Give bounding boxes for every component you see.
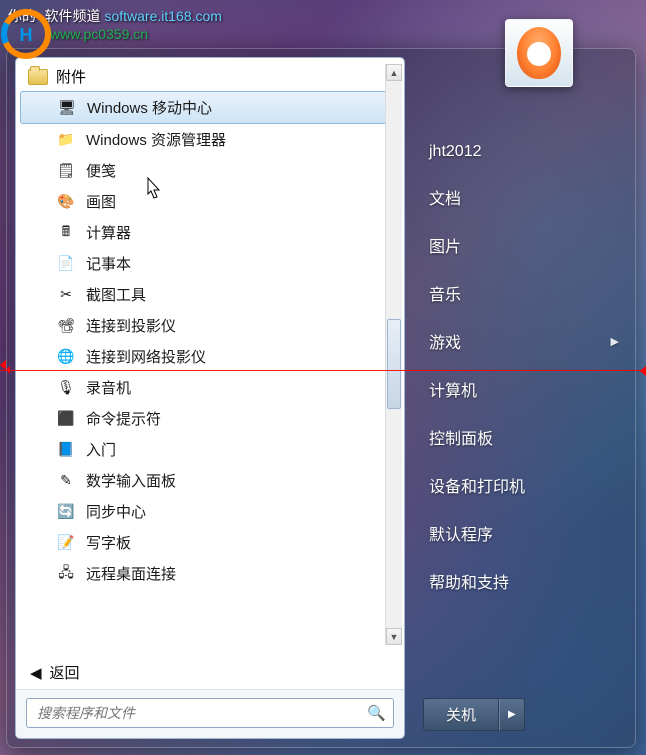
sticky-icon: 🗒 <box>56 161 76 181</box>
right-link[interactable]: 控制面板 <box>423 413 625 461</box>
program-item-label: 远程桌面连接 <box>86 563 176 584</box>
program-item-getstarted[interactable]: 📘 入门 <box>16 434 404 465</box>
right-link-label: 文档 <box>429 185 461 209</box>
annotation-red-arrow-left <box>0 366 10 374</box>
right-link[interactable]: 帮助和支持 <box>423 557 625 605</box>
program-item-label: 写字板 <box>86 532 131 553</box>
expand-arrow-icon: ▶ <box>611 335 619 348</box>
search-input[interactable] <box>26 698 394 728</box>
program-item-label: 画图 <box>86 191 116 212</box>
start-menu-left-panel: 附件 🖥 Windows 移动中心 📁 Windows 资源管理器 🗒 便笺 🎨 画图 🖩 计算器… <box>15 57 405 739</box>
back-arrow-icon: ◀ <box>30 664 42 682</box>
program-item-calc[interactable]: 🖩 计算器 <box>16 217 404 248</box>
notepad-icon: 📄 <box>56 254 76 274</box>
scrollbar[interactable]: ▲ ▼ <box>385 64 402 645</box>
program-list: 附件 🖥 Windows 移动中心 📁 Windows 资源管理器 🗒 便笺 🎨 画图 🖩 计算器… <box>16 58 404 651</box>
wordpad-icon: 📝 <box>56 533 76 553</box>
avatar-image-icon <box>517 27 561 79</box>
program-item-mobility[interactable]: 🖥 Windows 移动中心 <box>20 91 400 124</box>
right-link-label: 游戏 <box>429 329 461 353</box>
snip-icon: ✂ <box>56 285 76 305</box>
program-item-label: 数学输入面板 <box>86 470 176 491</box>
user-avatar[interactable] <box>505 19 573 87</box>
program-item-label: Windows 移动中心 <box>87 97 212 118</box>
program-item-cmd[interactable]: ⬛ 命令提示符 <box>16 403 404 434</box>
program-item-label: Windows 资源管理器 <box>86 129 226 150</box>
right-link-label: 设备和打印机 <box>429 473 525 497</box>
scroll-down-button[interactable]: ▼ <box>386 628 402 645</box>
right-link-label: 默认程序 <box>429 521 493 545</box>
program-item-sticky[interactable]: 🗒 便笺 <box>16 155 404 186</box>
program-item-netprojector[interactable]: 🌐 连接到网络投影仪 <box>16 341 404 372</box>
scroll-up-button[interactable]: ▲ <box>386 64 402 81</box>
program-item-paint[interactable]: 🎨 画图 <box>16 186 404 217</box>
program-item-snip[interactable]: ✂ 截图工具 <box>16 279 404 310</box>
right-link[interactable]: 默认程序 <box>423 509 625 557</box>
program-item-notepad[interactable]: 📄 记事本 <box>16 248 404 279</box>
watermark-url2: www.pc0359.cn <box>50 26 148 42</box>
right-link[interactable]: 设备和打印机 <box>423 461 625 509</box>
right-link[interactable]: 游戏 ▶ <box>423 317 625 365</box>
program-item-label: 同步中心 <box>86 501 146 522</box>
explorer-icon: 📁 <box>56 130 76 150</box>
right-link-label: 帮助和支持 <box>429 569 509 593</box>
mathinput-icon: ✎ <box>56 471 76 491</box>
recorder-icon: 🎙 <box>56 378 76 398</box>
username-label: jht2012 <box>429 143 482 161</box>
program-item-recorder[interactable]: 🎙 录音机 <box>16 372 404 403</box>
program-item-label: 便笺 <box>86 160 116 181</box>
program-item-label: 记事本 <box>86 253 131 274</box>
projector-icon: 📽 <box>56 316 76 336</box>
program-item-label: 入门 <box>86 439 116 460</box>
username-link[interactable]: jht2012 <box>423 131 625 173</box>
program-item-explorer[interactable]: 📁 Windows 资源管理器 <box>16 124 404 155</box>
getstarted-icon: 📘 <box>56 440 76 460</box>
start-menu-right-panel: jht2012 文档图片音乐游戏▶计算机控制面板设备和打印机默认程序帮助和支持 … <box>405 49 635 747</box>
scroll-thumb[interactable] <box>387 319 401 409</box>
back-button[interactable]: ◀ 返回 <box>16 651 404 689</box>
search-icon: 🔍 <box>367 704 386 722</box>
folder-accessories[interactable]: 附件 <box>16 62 404 91</box>
program-item-label: 计算器 <box>86 222 131 243</box>
program-item-label: 连接到网络投影仪 <box>86 346 206 367</box>
cmd-icon: ⬛ <box>56 409 76 429</box>
program-item-label: 连接到投影仪 <box>86 315 176 336</box>
shutdown-options-button[interactable]: ▶ <box>499 698 525 731</box>
annotation-red-line <box>0 370 646 371</box>
paint-icon: 🎨 <box>56 192 76 212</box>
program-item-sync[interactable]: 🔄 同步中心 <box>16 496 404 527</box>
start-menu: 附件 🖥 Windows 移动中心 📁 Windows 资源管理器 🗒 便笺 🎨 画图 🖩 计算器… <box>6 48 636 748</box>
calc-icon: 🖩 <box>56 223 76 243</box>
right-link-label: 音乐 <box>429 281 461 305</box>
right-link[interactable]: 图片 <box>423 221 625 269</box>
right-link-label: 图片 <box>429 233 461 257</box>
site-logo-icon: H <box>0 8 52 60</box>
right-link-label: 控制面板 <box>429 425 493 449</box>
right-link[interactable]: 音乐 <box>423 269 625 317</box>
folder-icon <box>28 69 48 85</box>
program-item-label: 命令提示符 <box>86 408 161 429</box>
shutdown-button[interactable]: 关机 <box>423 698 499 731</box>
svg-text:H: H <box>20 25 33 45</box>
mobility-icon: 🖥 <box>57 98 77 118</box>
right-link[interactable]: 文档 <box>423 173 625 221</box>
program-item-mathinput[interactable]: ✎ 数学输入面板 <box>16 465 404 496</box>
annotation-red-arrow-right <box>636 366 646 374</box>
program-item-label: 截图工具 <box>86 284 146 305</box>
program-item-projector[interactable]: 📽 连接到投影仪 <box>16 310 404 341</box>
sync-icon: 🔄 <box>56 502 76 522</box>
rdp-icon: 🖧 <box>56 564 76 584</box>
netprojector-icon: 🌐 <box>56 347 76 367</box>
folder-label: 附件 <box>56 66 86 87</box>
program-item-rdp[interactable]: 🖧 远程桌面连接 <box>16 558 404 589</box>
right-link[interactable]: 计算机 <box>423 365 625 413</box>
search-row: 🔍 <box>16 689 404 738</box>
program-item-label: 录音机 <box>86 377 131 398</box>
back-label: 返回 <box>50 662 80 683</box>
program-item-wordpad[interactable]: 📝 写字板 <box>16 527 404 558</box>
right-link-label: 计算机 <box>429 377 477 401</box>
